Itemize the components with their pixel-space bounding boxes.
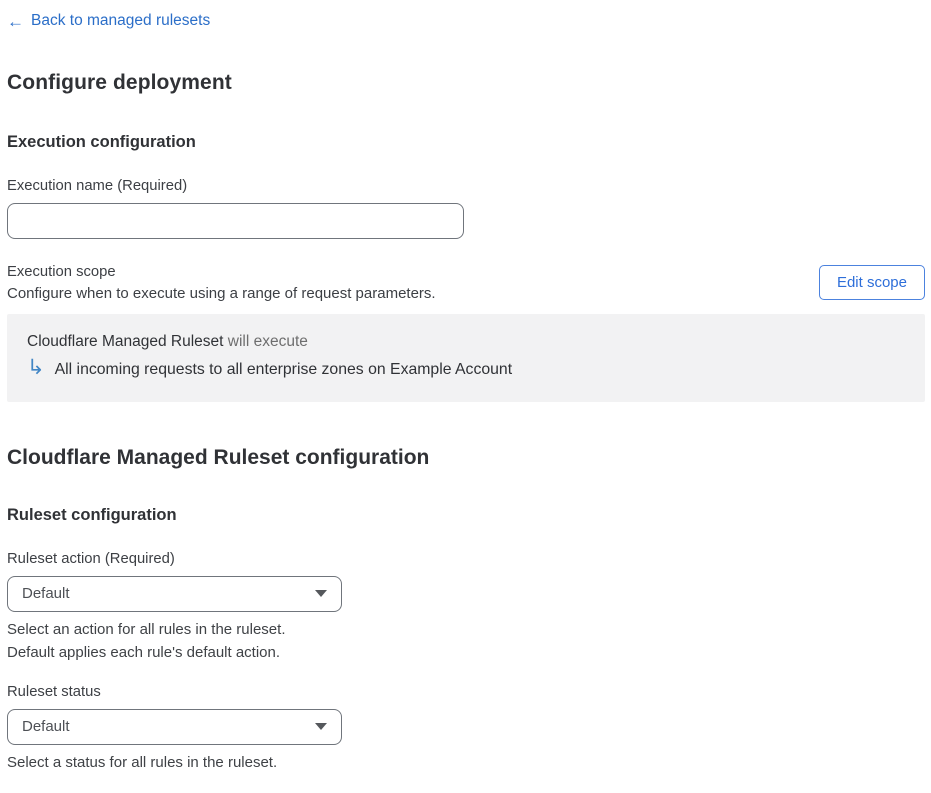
ruleset-status-selected-value: Default bbox=[22, 718, 70, 735]
execution-configuration-heading: Execution configuration bbox=[7, 132, 196, 151]
ruleset-action-label: Ruleset action (Required) bbox=[7, 550, 175, 567]
execution-scope-label: Execution scope bbox=[7, 263, 116, 280]
ruleset-status-help: Select a status for all rules in the rul… bbox=[7, 751, 925, 774]
back-link-label: Back to managed rulesets bbox=[31, 12, 211, 29]
execution-scope-description: Configure when to execute using a range … bbox=[7, 284, 436, 302]
ruleset-action-help-line-2: Default applies each rule's default acti… bbox=[7, 643, 281, 661]
ruleset-action-help: Select an action for all rules in the ru… bbox=[7, 618, 925, 664]
summary-will-execute-line: Cloudflare Managed Ruleset will execute bbox=[27, 333, 905, 351]
summary-scope-text: All incoming requests to all enterprise … bbox=[54, 361, 513, 378]
edit-scope-button[interactable]: Edit scope bbox=[818, 265, 925, 300]
summary-scope-line: ↳ All incoming requests to all enterpris… bbox=[27, 355, 905, 381]
ruleset-configuration-title: Cloudflare Managed Ruleset configuration bbox=[7, 445, 430, 469]
execution-scope-row: Execution scope Configure when to execut… bbox=[7, 264, 925, 302]
chevron-down-icon bbox=[315, 723, 327, 730]
back-to-managed-rulesets-link[interactable]: ← Back to managed rulesets bbox=[7, 12, 210, 30]
chevron-down-icon bbox=[315, 590, 327, 597]
ruleset-action-select[interactable]: Default bbox=[7, 575, 342, 612]
ruleset-configuration-subheading: Ruleset configuration bbox=[7, 505, 177, 524]
ruleset-action-help-line-1: Select an action for all rules in the ru… bbox=[7, 620, 286, 638]
page-title: Configure deployment bbox=[7, 70, 232, 94]
ruleset-status-label: Ruleset status bbox=[7, 683, 101, 700]
branch-arrow-icon: ↳ bbox=[27, 355, 45, 379]
configure-deployment-page: ← Back to managed rulesets Configure dep… bbox=[0, 0, 931, 774]
summary-ruleset-name: Cloudflare Managed Ruleset bbox=[27, 332, 224, 350]
back-arrow-icon: ← bbox=[7, 11, 24, 31]
execution-name-input[interactable] bbox=[7, 202, 464, 239]
ruleset-status-help-line-1: Select a status for all rules in the rul… bbox=[7, 753, 278, 771]
ruleset-status-select[interactable]: Default bbox=[7, 708, 342, 745]
execution-summary-panel: Cloudflare Managed Ruleset will execute … bbox=[7, 313, 925, 402]
summary-will-execute-text: will execute bbox=[223, 332, 308, 350]
ruleset-action-selected-value: Default bbox=[22, 585, 70, 602]
execution-name-label: Execution name (Required) bbox=[7, 177, 188, 194]
execution-scope-text: Execution scope Configure when to execut… bbox=[7, 264, 436, 302]
